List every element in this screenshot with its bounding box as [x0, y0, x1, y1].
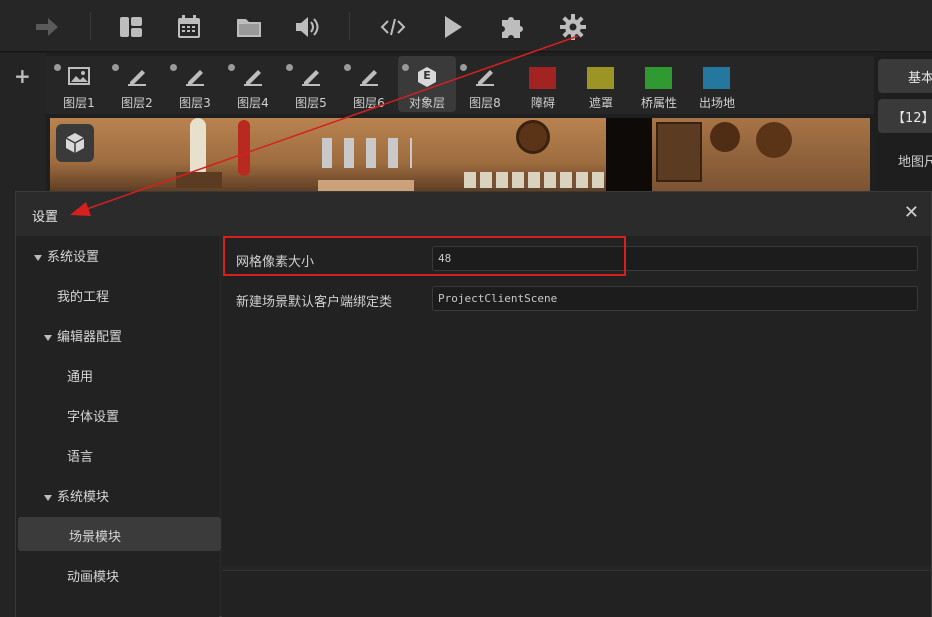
- annotation-arrow: [70, 35, 579, 216]
